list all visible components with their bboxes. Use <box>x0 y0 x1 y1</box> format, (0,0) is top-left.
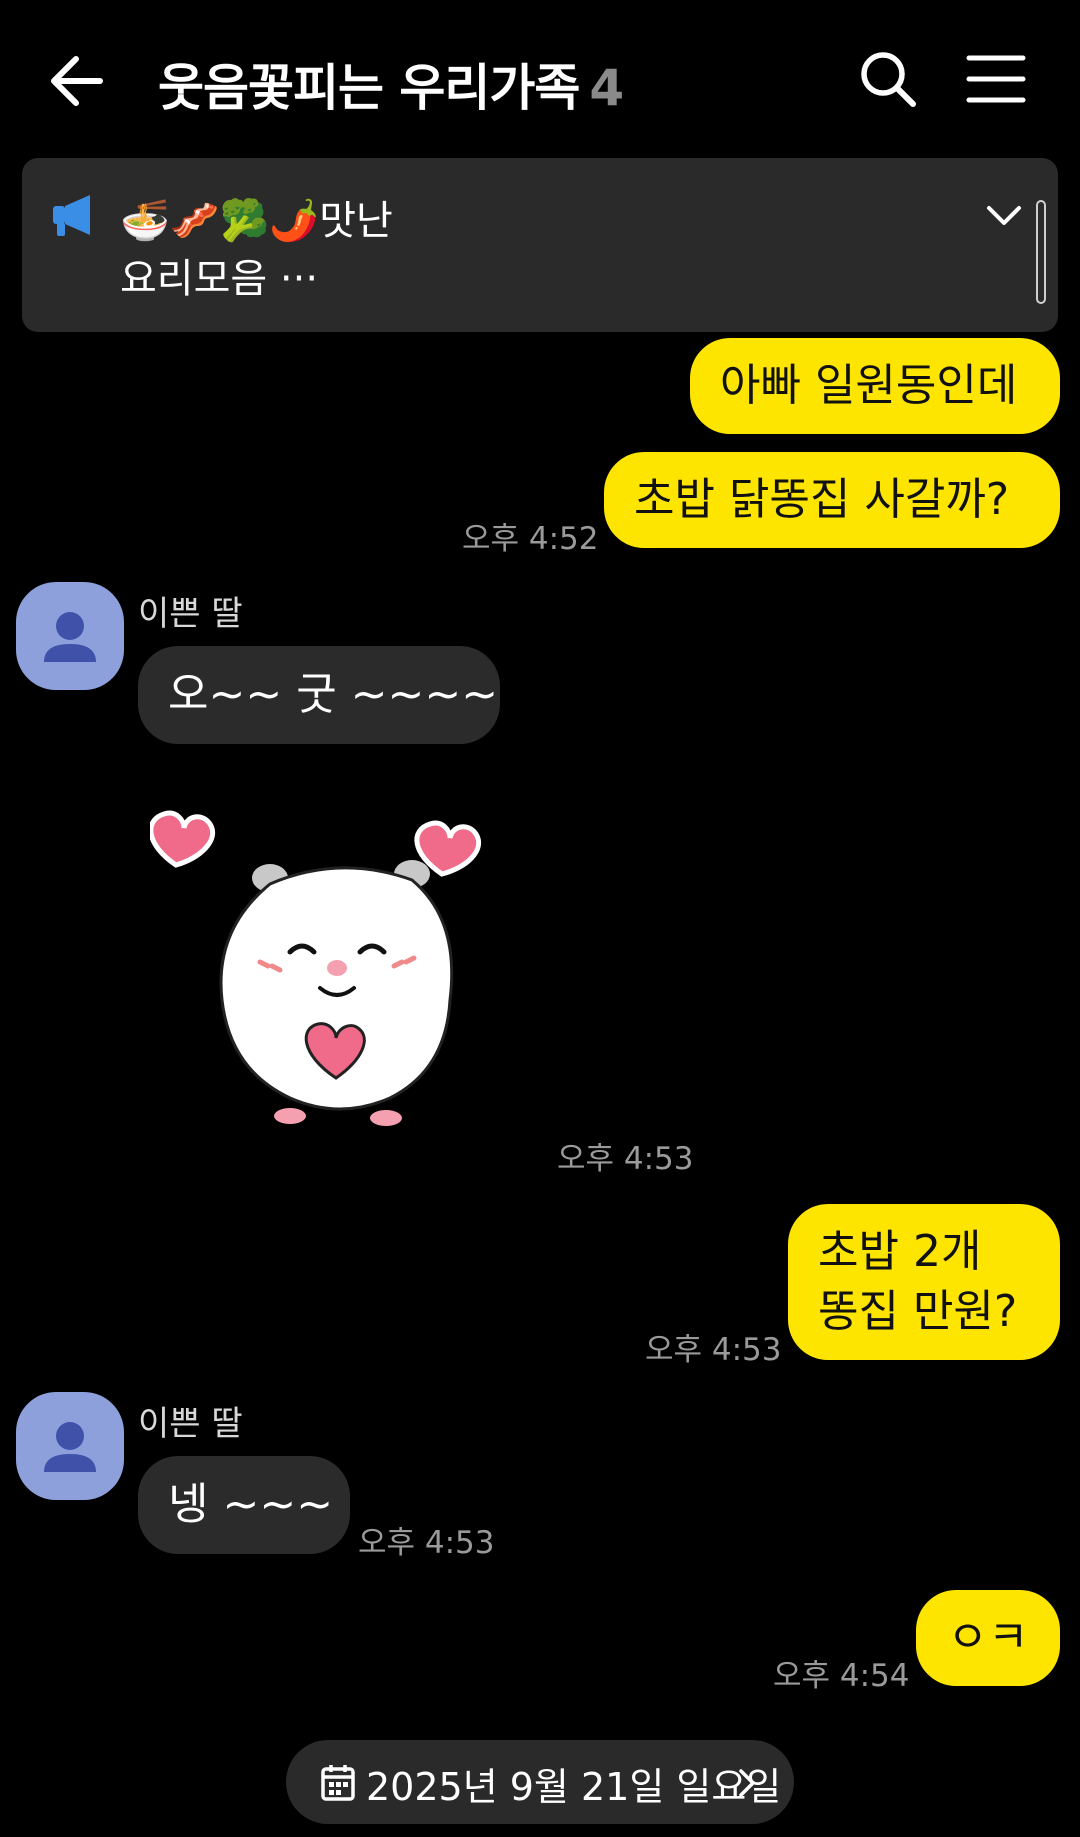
search-button[interactable] <box>855 46 921 112</box>
chevron-down-icon <box>987 206 1021 225</box>
message-time: 오후 4:52 <box>462 521 599 557</box>
my-message-bubble[interactable]: 아빠 일원동인데 <box>690 338 1060 434</box>
back-button[interactable] <box>40 42 118 120</box>
sender-name: 이쁜 딸 <box>138 594 243 634</box>
my-message-bubble[interactable]: 초밥 닭똥집 사갈까? <box>604 452 1060 548</box>
message-text: 넹 ~~~ <box>168 1479 334 1530</box>
message-time: 오후 4:53 <box>557 1141 694 1177</box>
chat-header: 웃음꽃피는 우리가족 4 <box>0 0 1080 160</box>
notice-scrollbar[interactable] <box>1036 200 1046 304</box>
hamburger-menu-icon <box>966 55 1026 103</box>
my-message-bubble[interactable]: ㅇㅋ <box>916 1590 1060 1686</box>
notice-expand-button[interactable] <box>984 196 1024 236</box>
back-arrow-icon <box>51 56 103 106</box>
person-icon <box>44 1422 96 1472</box>
message-time: 오후 4:53 <box>358 1525 495 1561</box>
notice-text-line1: 🍜🥓🥦🌶️맛난 <box>120 198 393 244</box>
message-text: ㅇㅋ <box>947 1612 1029 1663</box>
search-icon <box>861 52 916 107</box>
notice-text-line2: 요리모음 ··· <box>120 256 319 302</box>
message-text-line1: 초밥 2개 <box>818 1226 982 1277</box>
menu-button[interactable] <box>965 48 1027 110</box>
sender-name: 이쁜 딸 <box>138 1404 243 1444</box>
member-count: 4 <box>589 59 624 117</box>
chat-title: 웃음꽃피는 우리가족 4 <box>158 48 624 120</box>
message-text: 아빠 일원동인데 <box>720 360 1018 411</box>
their-message-bubble[interactable]: 넹 ~~~ <box>138 1456 350 1554</box>
person-icon <box>44 612 96 662</box>
date-divider-button[interactable]: 2025년 9월 21일 일요일 <box>286 1740 794 1824</box>
their-message-bubble[interactable]: 오~~ 굿 ~~~~ <box>138 646 500 744</box>
message-text: 초밥 닭똥집 사갈까? <box>634 474 1010 525</box>
message-time: 오후 4:53 <box>645 1332 782 1368</box>
my-message-bubble[interactable]: 초밥 2개 똥집 만원? <box>788 1204 1060 1360</box>
calendar-icon <box>321 1765 355 1801</box>
room-name: 웃음꽃피는 우리가족 <box>158 59 580 117</box>
message-time: 오후 4:54 <box>773 1658 910 1694</box>
avatar[interactable] <box>16 1392 124 1500</box>
hamster-heart-sticker[interactable] <box>148 780 540 1160</box>
notice-banner[interactable]: 🍜🥓🥦🌶️맛난 요리모음 ··· <box>22 158 1058 332</box>
megaphone-icon <box>50 192 98 240</box>
message-text-line2: 똥집 만원? <box>818 1286 1018 1337</box>
avatar[interactable] <box>16 582 124 690</box>
chevron-right-icon <box>739 1769 755 1797</box>
date-label: 2025년 9월 21일 일요일 <box>366 1765 782 1809</box>
message-text: 오~~ 굿 ~~~~ <box>168 669 499 720</box>
